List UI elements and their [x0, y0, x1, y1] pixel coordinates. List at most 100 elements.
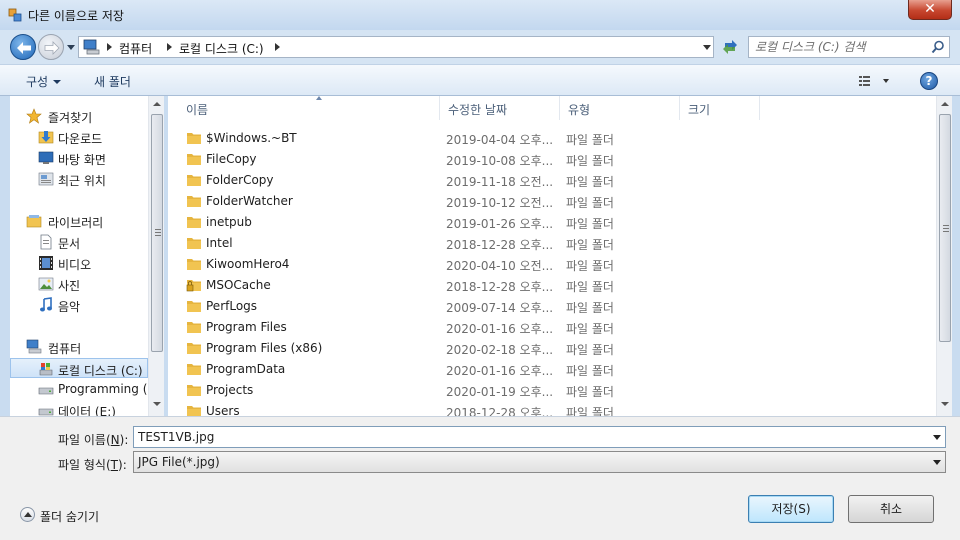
file-name: $Windows.~BT: [206, 131, 297, 145]
address-dropdown-icon[interactable]: [703, 45, 711, 50]
nav-item-pictures[interactable]: 사진: [10, 274, 148, 294]
grip-line: [943, 225, 949, 226]
arrow-left-icon: [17, 42, 31, 54]
nav-item-downloads[interactable]: 다운로드: [10, 127, 148, 147]
change-view-button[interactable]: [858, 73, 892, 89]
file-name: Program Files: [206, 320, 287, 334]
back-button[interactable]: [10, 34, 36, 60]
file-type: 파일 폴더: [566, 133, 614, 147]
file-row[interactable]: inetpub 2019-01-26 오후... 파일 폴더: [182, 212, 922, 232]
music-icon: [40, 297, 52, 312]
nav-item-documents[interactable]: 문서: [10, 232, 148, 252]
recent-pages-dropdown[interactable]: [66, 42, 76, 52]
chevron-down-icon[interactable]: [933, 435, 941, 440]
filename-input[interactable]: TEST1VB.jpg: [138, 430, 214, 444]
file-type: 파일 폴더: [566, 238, 614, 252]
new-folder-button[interactable]: 새 폴더: [94, 73, 131, 90]
file-row[interactable]: Projects 2020-01-19 오후... 파일 폴더: [182, 380, 922, 400]
file-type: 파일 폴더: [566, 301, 614, 315]
filetype-label-text: 파일 형식(: [58, 458, 111, 472]
folder-icon: [187, 364, 201, 375]
column-header-name[interactable]: 이름: [178, 96, 440, 120]
filename-combobox[interactable]: TEST1VB.jpg: [133, 426, 946, 448]
nav-item-label: 문서: [58, 237, 81, 251]
file-name: KiwoomHero4: [206, 257, 290, 271]
nav-item-libraries[interactable]: 라이브러리: [10, 211, 148, 231]
scroll-down-icon[interactable]: [153, 402, 161, 406]
document-icon: [40, 234, 52, 250]
nav-pane-scrollbar[interactable]: [148, 96, 164, 416]
window-title: 다른 이름으로 저장: [28, 9, 124, 23]
collapse-up-icon[interactable]: [20, 507, 35, 522]
organize-button[interactable]: 구성: [26, 73, 62, 90]
nav-item-data-e[interactable]: 데이터 (E:): [10, 400, 148, 416]
scroll-up-icon[interactable]: [941, 102, 949, 106]
address-bar[interactable]: 컴퓨터 로컬 디스크 (C:): [78, 36, 714, 58]
column-header-size[interactable]: 크기: [680, 96, 760, 120]
nav-item-programming-d[interactable]: Programming (D: [10, 379, 157, 399]
hide-folders-label: 폴더 숨기기: [40, 510, 100, 524]
grip-line: [155, 235, 161, 236]
file-row[interactable]: MSOCache 2018-12-28 오후... 파일 폴더: [182, 275, 922, 295]
close-button[interactable]: ✕: [908, 0, 952, 20]
search-input[interactable]: [755, 40, 925, 54]
file-row[interactable]: FolderCopy 2019-11-18 오전... 파일 폴더: [182, 170, 922, 190]
chevron-down-icon[interactable]: [933, 460, 941, 465]
file-type: 파일 폴더: [566, 343, 614, 357]
folder-icon: [187, 196, 201, 207]
search-box[interactable]: [748, 36, 950, 58]
scroll-up-icon[interactable]: [153, 102, 161, 106]
column-header-modified[interactable]: 수정한 날짜: [440, 96, 560, 120]
folder-icon: [187, 133, 201, 144]
nav-item-recent-places[interactable]: 최근 위치: [10, 169, 148, 189]
nav-item-computer[interactable]: 컴퓨터: [10, 337, 148, 357]
breadcrumb-separator-icon[interactable]: [275, 43, 280, 51]
file-list-scrollbar[interactable]: [936, 96, 952, 416]
file-date: 2020-04-10 오전...: [446, 259, 554, 273]
file-date: 2019-04-04 오후...: [446, 133, 554, 147]
file-row[interactable]: Intel 2018-12-28 오후... 파일 폴더: [182, 233, 922, 253]
nav-item-local-disk-c[interactable]: 로컬 디스크 (C:): [10, 358, 148, 378]
nav-item-favorites[interactable]: 즐겨찾기: [10, 106, 148, 126]
filetype-select[interactable]: JPG File(*.jpg): [133, 451, 946, 473]
folder-icon: [187, 343, 201, 354]
column-header-type[interactable]: 유형: [560, 96, 680, 120]
scrollbar-thumb[interactable]: [939, 114, 951, 342]
refresh-button[interactable]: [718, 36, 742, 58]
file-row[interactable]: ProgramData 2020-01-16 오후... 파일 폴더: [182, 359, 922, 379]
help-button[interactable]: ?: [920, 72, 938, 90]
file-date: 2018-12-28 오후...: [446, 280, 554, 294]
file-row[interactable]: Program Files 2020-01-16 오후... 파일 폴더: [182, 317, 922, 337]
nav-item-desktop[interactable]: 바탕 화면: [10, 148, 148, 168]
nav-item-music[interactable]: 음악: [10, 295, 148, 315]
save-dialog-icon: [8, 8, 22, 22]
file-type: 파일 폴더: [566, 217, 614, 231]
file-row[interactable]: PerfLogs 2009-07-14 오후... 파일 폴더: [182, 296, 922, 316]
breadcrumb-separator-icon[interactable]: [107, 43, 112, 51]
scroll-down-icon[interactable]: [941, 402, 949, 406]
file-type: 파일 폴더: [566, 154, 614, 168]
file-row[interactable]: KiwoomHero4 2020-04-10 오전... 파일 폴더: [182, 254, 922, 274]
nav-item-videos[interactable]: 비디오: [10, 253, 148, 273]
search-icon[interactable]: [931, 40, 945, 54]
file-row[interactable]: $Windows.~BT 2019-04-04 오후... 파일 폴더: [182, 128, 922, 148]
forward-button[interactable]: [38, 34, 64, 60]
folder-icon: [187, 154, 201, 165]
filename-access-key: N: [110, 433, 120, 447]
cancel-button[interactable]: 취소: [848, 495, 934, 523]
file-type: 파일 폴더: [566, 322, 614, 336]
local-disk-icon: [39, 363, 53, 376]
file-row[interactable]: Program Files (x86) 2020-02-18 오후... 파일 폴더: [182, 338, 922, 358]
scrollbar-thumb[interactable]: [151, 114, 163, 352]
chevron-down-icon: [53, 80, 62, 84]
breadcrumb-local-disk[interactable]: 로컬 디스크 (C:): [179, 40, 264, 57]
file-row[interactable]: FileCopy 2019-10-08 오후... 파일 폴더: [182, 149, 922, 169]
file-date: 2020-01-19 오후...: [446, 385, 554, 399]
file-name: FileCopy: [206, 152, 257, 166]
breadcrumb-separator-icon[interactable]: [167, 43, 172, 51]
filetype-label: 파일 형식(T):: [58, 456, 127, 473]
breadcrumb-computer[interactable]: 컴퓨터: [119, 40, 152, 57]
grip-line: [155, 229, 161, 230]
file-row[interactable]: FolderWatcher 2019-10-12 오전... 파일 폴더: [182, 191, 922, 211]
save-button[interactable]: 저장(S): [748, 495, 834, 523]
